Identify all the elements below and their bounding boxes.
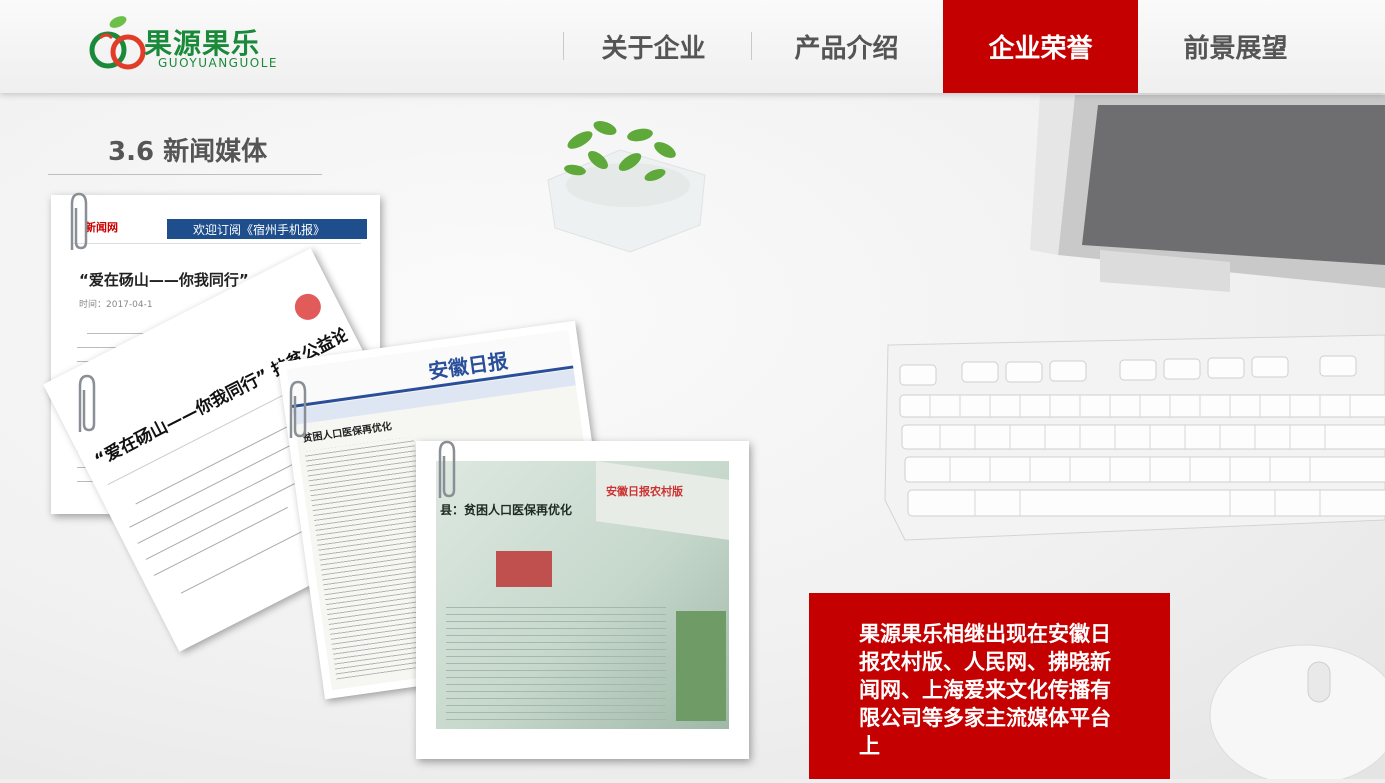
paperclip-icon	[78, 374, 96, 432]
title-underline	[48, 174, 322, 175]
caption-text: 果源果乐相继出现在安徽日报农村版、人民网、拂晓新闻网、上海爱来文化传播有限公司等…	[859, 622, 1111, 758]
article-headline: “爱在砀山——你我同行”	[79, 271, 249, 289]
section-title: 3.6 新闻媒体	[108, 137, 268, 167]
caption-box: 果源果乐相继出现在安徽日报农村版、人民网、拂晓新闻网、上海爱来文化传播有限公司等…	[809, 593, 1170, 779]
news-card-photo: 县：贫困人口医保再优化 安徽日报农村版	[416, 441, 749, 759]
stamp-icon	[290, 289, 326, 325]
nav-honors[interactable]: 企业荣誉	[943, 0, 1138, 93]
article-meta: 时间：2017-04-1	[79, 300, 153, 310]
fruit-logo-icon	[89, 16, 146, 70]
banner-text: 欢迎订阅《宿州手机报》	[193, 223, 326, 237]
paperclip-icon	[70, 192, 88, 250]
divider	[71, 243, 361, 244]
nav-about[interactable]: 关于企业	[556, 0, 751, 93]
top-header: 果源果乐 GUOYUANGUOLE 关于企业 产品介绍 企业荣誉 前景展望	[0, 0, 1385, 93]
paperclip-icon	[289, 380, 307, 438]
paperclip-icon	[438, 440, 456, 498]
logo-name-en: GUOYUANGUOLE	[158, 56, 278, 70]
photo-masthead: 安徽日报农村版	[606, 485, 683, 498]
nav-products[interactable]: 产品介绍	[749, 0, 944, 93]
masthead: 安徽日报	[426, 348, 510, 384]
logo[interactable]: 果源果乐 GUOYUANGUOLE	[88, 12, 288, 76]
subscribe-banner: 欢迎订阅《宿州手机报》	[167, 219, 367, 239]
nav-outlook[interactable]: 前景展望	[1138, 0, 1333, 93]
